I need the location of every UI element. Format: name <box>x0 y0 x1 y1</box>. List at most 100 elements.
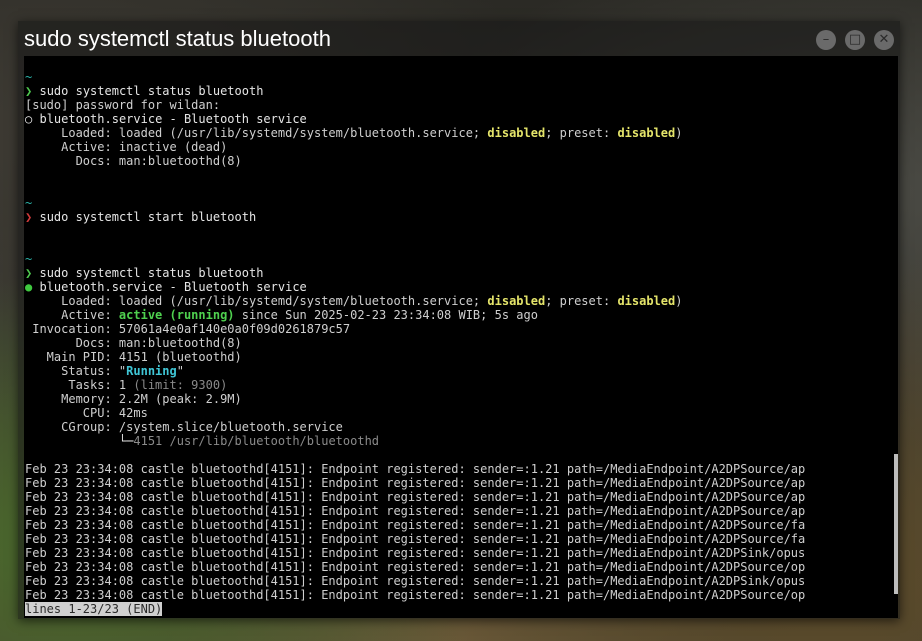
minimize-button[interactable]: – <box>816 30 836 50</box>
log-line: Feb 23 23:34:08 castle bluetoothd[4151]:… <box>25 490 806 504</box>
field-value: ; preset: <box>545 294 618 308</box>
terminal-window[interactable]: sudo systemctl status bluetooth – □ ✕ ~ … <box>18 21 900 619</box>
quote: " <box>176 364 184 378</box>
prompt-tilde: ~ <box>25 196 33 210</box>
field-value: 57061a4e0af140e0a0f09d0261879c57 <box>118 322 351 336</box>
maximize-button[interactable]: □ <box>845 30 865 50</box>
log-line: Feb 23 23:34:08 castle bluetoothd[4151]:… <box>25 532 806 546</box>
active-line: Active: inactive (dead) <box>25 140 897 154</box>
prompt-dir-line: ~ <box>25 196 897 210</box>
field-value: loaded (/usr/lib/systemd/system/bluetoot… <box>118 294 488 308</box>
command-line: ❯ sudo systemctl status bluetooth <box>25 84 897 98</box>
prompt-arrow-icon: ❯ <box>25 266 33 280</box>
scrollbar[interactable] <box>894 454 898 594</box>
field-value: man:bluetoothd(8) <box>118 336 242 350</box>
desktop-wallpaper: sudo systemctl status bluetooth – □ ✕ ~ … <box>0 0 922 641</box>
sudo-prompt-line: [sudo] password for wildan: <box>25 98 221 112</box>
command-text: sudo systemctl status bluetooth <box>39 266 264 280</box>
cgroup-line: CGroup: /system.slice/bluetooth.service <box>25 420 897 434</box>
field-value: ) <box>675 294 683 308</box>
field-label: Main PID: <box>25 350 119 364</box>
prompt-dir-line: ~ <box>25 70 897 84</box>
field-label: Loaded: <box>25 294 119 308</box>
preset-disabled-flag: disabled <box>617 294 676 308</box>
status-line: Status: "Running" <box>25 364 897 378</box>
journal-log: Feb 23 23:34:08 castle bluetoothd[4151]:… <box>25 462 897 602</box>
log-line: Feb 23 23:34:08 castle bluetoothd[4151]:… <box>25 574 806 588</box>
docs-line: Docs: man:bluetoothd(8) <box>25 154 897 168</box>
pager-status: lines 1-23/23 (END) <box>25 602 163 616</box>
loaded-line: Loaded: loaded (/usr/lib/systemd/system/… <box>25 294 897 308</box>
invocation-line: Invocation: 57061a4e0af140e0a0f09d026187… <box>25 322 897 336</box>
field-label: CPU: <box>25 406 119 420</box>
pager-status-line: lines 1-23/23 (END) <box>25 602 897 616</box>
field-value: since Sun 2025-02-23 23:34:08 WIB; 5s ag… <box>234 308 538 322</box>
log-line: Feb 23 23:34:08 castle bluetoothd[4151]:… <box>25 588 806 602</box>
preset-disabled-flag: disabled <box>617 126 676 140</box>
field-label: Active: <box>25 140 119 154</box>
field-label: Memory: <box>25 392 119 406</box>
log-line: Feb 23 23:34:08 castle bluetoothd[4151]:… <box>25 546 806 560</box>
log-line: Feb 23 23:34:08 castle bluetoothd[4151]:… <box>25 560 806 574</box>
disabled-flag: disabled <box>487 126 546 140</box>
field-value: 42ms <box>118 406 148 420</box>
prompt-arrow-icon: ❯ <box>25 84 33 98</box>
loaded-line: Loaded: loaded (/usr/lib/systemd/system/… <box>25 126 897 140</box>
prompt-tilde: ~ <box>25 70 33 84</box>
window-title: sudo systemctl status bluetooth <box>24 26 331 51</box>
active-state: inactive (dead) <box>118 140 228 154</box>
field-label: Tasks: <box>25 378 119 392</box>
cpu-line: CPU: 42ms <box>25 406 897 420</box>
docs-line: Docs: man:bluetoothd(8) <box>25 336 897 350</box>
tree-process: 4151 /usr/lib/bluetooth/bluetoothd <box>133 434 380 448</box>
command-text: sudo systemctl status bluetooth <box>39 84 264 98</box>
unit-line: ● bluetooth.service - Bluetooth service <box>25 280 897 294</box>
memory-line: Memory: 2.2M (peak: 2.9M) <box>25 392 897 406</box>
active-line: Active: active (running) since Sun 2025-… <box>25 308 897 322</box>
field-value: loaded (/usr/lib/systemd/system/bluetoot… <box>118 126 488 140</box>
terminal-lines: ~ ❯ sudo systemctl status bluetooth [sud… <box>25 70 897 616</box>
command-line: ❯ sudo systemctl start bluetooth <box>25 210 897 224</box>
active-state: active (running) <box>118 308 235 322</box>
field-value: ; preset: <box>545 126 618 140</box>
prompt-arrow-error-icon: ❯ <box>25 210 33 224</box>
command-line: ❯ sudo systemctl status bluetooth <box>25 266 897 280</box>
field-label: Active: <box>25 308 119 322</box>
unit-title: bluetooth.service - Bluetooth service <box>39 112 307 126</box>
field-label: CGroup: <box>25 420 119 434</box>
field-label: Invocation: <box>25 322 119 336</box>
prompt-dir-line: ~ <box>25 252 897 266</box>
unit-title: bluetooth.service - Bluetooth service <box>39 280 307 294</box>
field-value: ) <box>675 126 683 140</box>
field-label: Status: <box>25 364 119 378</box>
log-line: Feb 23 23:34:08 castle bluetoothd[4151]:… <box>25 476 806 490</box>
tasks-limit: (limit: 9300) <box>126 378 228 392</box>
close-button[interactable]: ✕ <box>874 30 894 50</box>
field-label: Loaded: <box>25 126 119 140</box>
cgroup-tree-line: └─4151 /usr/lib/bluetooth/bluetoothd <box>25 434 897 448</box>
active-dot-icon: ● <box>25 280 33 294</box>
tree-branch-icon: └─ <box>25 434 134 448</box>
tasks-line: Tasks: 1 (limit: 9300) <box>25 378 897 392</box>
disabled-flag: disabled <box>487 294 546 308</box>
mainpid-line: Main PID: 4151 (bluetoothd) <box>25 350 897 364</box>
field-value: 2.2M (peak: 2.9M) <box>118 392 242 406</box>
field-value: 4151 (bluetoothd) <box>118 350 242 364</box>
field-value: man:bluetoothd(8) <box>118 154 242 168</box>
prompt-tilde: ~ <box>25 252 33 266</box>
field-value: /system.slice/bluetooth.service <box>118 420 343 434</box>
terminal-output[interactable]: ~ ❯ sudo systemctl status bluetooth [sud… <box>24 56 898 618</box>
window-titlebar[interactable]: sudo systemctl status bluetooth – □ ✕ <box>18 21 900 55</box>
log-line: Feb 23 23:34:08 castle bluetoothd[4151]:… <box>25 462 806 476</box>
inactive-dot-icon: ○ <box>25 112 33 126</box>
status-value: Running <box>126 364 177 378</box>
field-label: Docs: <box>25 154 119 168</box>
log-line: Feb 23 23:34:08 castle bluetoothd[4151]:… <box>25 518 806 532</box>
unit-line: ○ bluetooth.service - Bluetooth service <box>25 112 897 126</box>
log-line: Feb 23 23:34:08 castle bluetoothd[4151]:… <box>25 504 806 518</box>
